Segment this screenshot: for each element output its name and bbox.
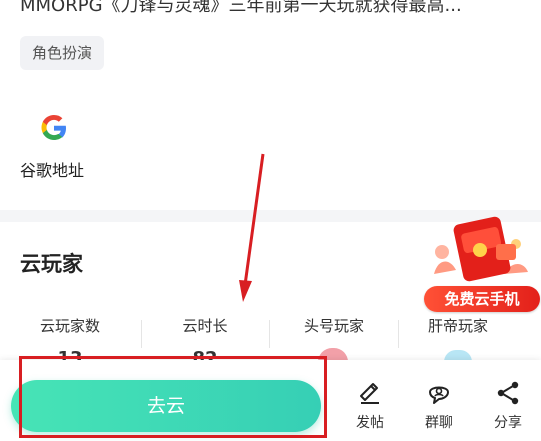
post-label: 发帖 bbox=[356, 415, 384, 431]
red-envelope-icon bbox=[434, 216, 528, 282]
promo-label[interactable]: 免费云手机 bbox=[424, 286, 540, 312]
section-title: 云玩家 bbox=[20, 252, 83, 276]
share-label: 分享 bbox=[494, 415, 522, 431]
genre-tag[interactable]: 角色扮演 bbox=[20, 36, 105, 70]
stat-divider bbox=[141, 320, 142, 348]
free-cloud-phone-promo[interactable]: 免费云手机 bbox=[420, 214, 540, 314]
stats-header-row: 云玩家数 云时长 头号玩家 肝帝玩家 bbox=[0, 312, 541, 348]
edit-icon bbox=[360, 383, 379, 404]
share-icon bbox=[497, 381, 519, 405]
group-chat-button[interactable]: 群聊 bbox=[409, 380, 469, 436]
post-button[interactable]: 发帖 bbox=[340, 380, 400, 436]
group-chat-label: 群聊 bbox=[425, 415, 453, 431]
stat-label-players: 云玩家数 bbox=[39, 317, 100, 335]
highlight-frame bbox=[19, 356, 327, 438]
google-link-label[interactable]: 谷歌地址 bbox=[20, 157, 84, 181]
chat-icon bbox=[429, 386, 449, 404]
stat-label-top-player: 头号玩家 bbox=[303, 317, 364, 335]
stat-label-duration: 云时长 bbox=[182, 317, 228, 335]
share-button[interactable]: 分享 bbox=[478, 380, 538, 436]
stat-label-grinder: 肝帝玩家 bbox=[427, 317, 488, 335]
google-icon[interactable] bbox=[38, 112, 70, 144]
game-description: MMORPG《刀锋与灵魂》三年前第一天玩就获得最高... bbox=[20, 0, 462, 16]
stat-divider bbox=[269, 320, 270, 348]
stat-divider bbox=[398, 320, 399, 348]
